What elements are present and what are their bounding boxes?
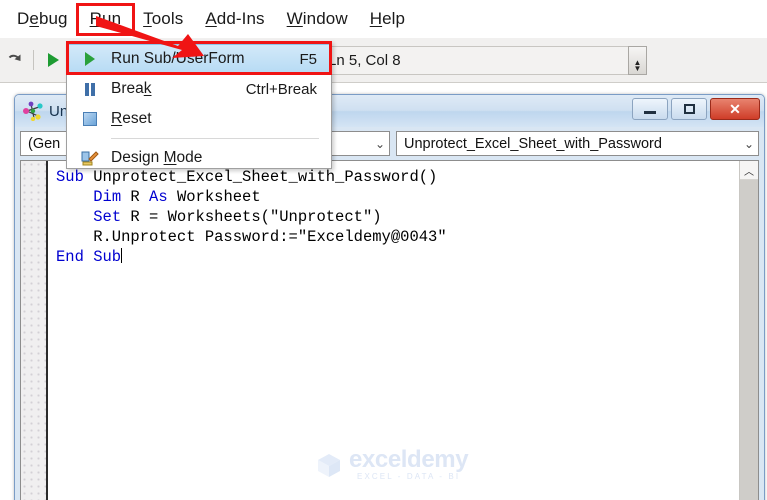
code-margin-indicator-bar[interactable] (21, 161, 48, 500)
menu-item-shortcut: Ctrl+Break (245, 80, 317, 98)
design-mode-icon (69, 150, 111, 166)
text-caret (121, 248, 123, 263)
scroll-up-arrow-icon[interactable]: ︿ (740, 161, 758, 180)
menu-run[interactable]: Run (75, 2, 136, 36)
pause-icon (69, 82, 111, 96)
minimize-button[interactable] (632, 98, 668, 120)
vba-module-icon (22, 101, 44, 122)
menu-item-label: Run Sub/UserForm (111, 50, 245, 67)
code-vertical-scrollbar[interactable]: ︿ (739, 161, 758, 500)
menu-separator (111, 138, 319, 139)
menu-item-break[interactable]: Break Ctrl+Break (67, 74, 331, 104)
menu-item-label: Break (111, 80, 152, 97)
code-editor-area[interactable]: Sub Unprotect_Excel_Sheet_with_Password(… (20, 160, 759, 500)
code-line: End Sub (56, 248, 123, 266)
code-text[interactable]: Sub Unprotect_Excel_Sheet_with_Password(… (48, 161, 739, 500)
run-play-icon (69, 52, 111, 66)
menu-item-shortcut: F5 (299, 50, 317, 68)
code-line: R.Unprotect Password:="Exceldemy@0043" (56, 228, 447, 246)
menu-tools[interactable]: Tools (132, 6, 194, 33)
vba-editor-window: Debug Run Tools Add-Ins Window Help Ln 5, Col… (0, 0, 767, 500)
procedure-dropdown[interactable]: Unprotect_Excel_Sheet_with_Password ⌄ (396, 131, 759, 156)
menu-bar: Debug Run Tools Add-Ins Window Help (0, 0, 767, 38)
menu-item-label: Design Mode (111, 149, 203, 166)
toolbar-separator (33, 50, 34, 70)
close-button[interactable]: ✕ (710, 98, 760, 120)
chevron-down-icon: ⌄ (743, 136, 754, 151)
scrollbar-track[interactable] (740, 180, 758, 500)
menu-help[interactable]: Help (359, 6, 416, 33)
menu-window[interactable]: Window (276, 6, 359, 33)
menu-debug[interactable]: Debug (6, 6, 79, 33)
run-dropdown-menu: Run Sub/UserForm F5 Break Ctrl+Break Reset De… (66, 41, 332, 169)
redo-arrow-icon[interactable] (0, 45, 28, 75)
menu-item-design-mode[interactable]: Design Mode (67, 143, 331, 173)
code-line: Dim R As Worksheet (93, 188, 261, 206)
line-column-text: Ln 5, Col 8 (328, 51, 401, 69)
object-dropdown-value: (Gen (28, 135, 61, 152)
window-buttons: ✕ (632, 98, 760, 120)
code-line: Set R = Worksheets("Unprotect") (93, 208, 382, 226)
menu-item-run-sub-userform[interactable]: Run Sub/UserForm F5 (67, 44, 331, 74)
menu-item-label: Reset (111, 110, 152, 127)
chevron-down-icon: ⌄ (374, 136, 385, 151)
line-column-spinner[interactable]: ▲ ▼ (628, 45, 647, 75)
menu-add-ins[interactable]: Add-Ins (194, 6, 275, 33)
line-column-indicator: Ln 5, Col 8 ▲ ▼ (317, 45, 647, 75)
run-play-icon[interactable] (39, 45, 67, 75)
stop-reset-icon (69, 112, 111, 126)
procedure-dropdown-value: Unprotect_Excel_Sheet_with_Password (404, 135, 662, 152)
maximize-button[interactable] (671, 98, 707, 120)
menu-item-reset[interactable]: Reset (67, 104, 331, 134)
